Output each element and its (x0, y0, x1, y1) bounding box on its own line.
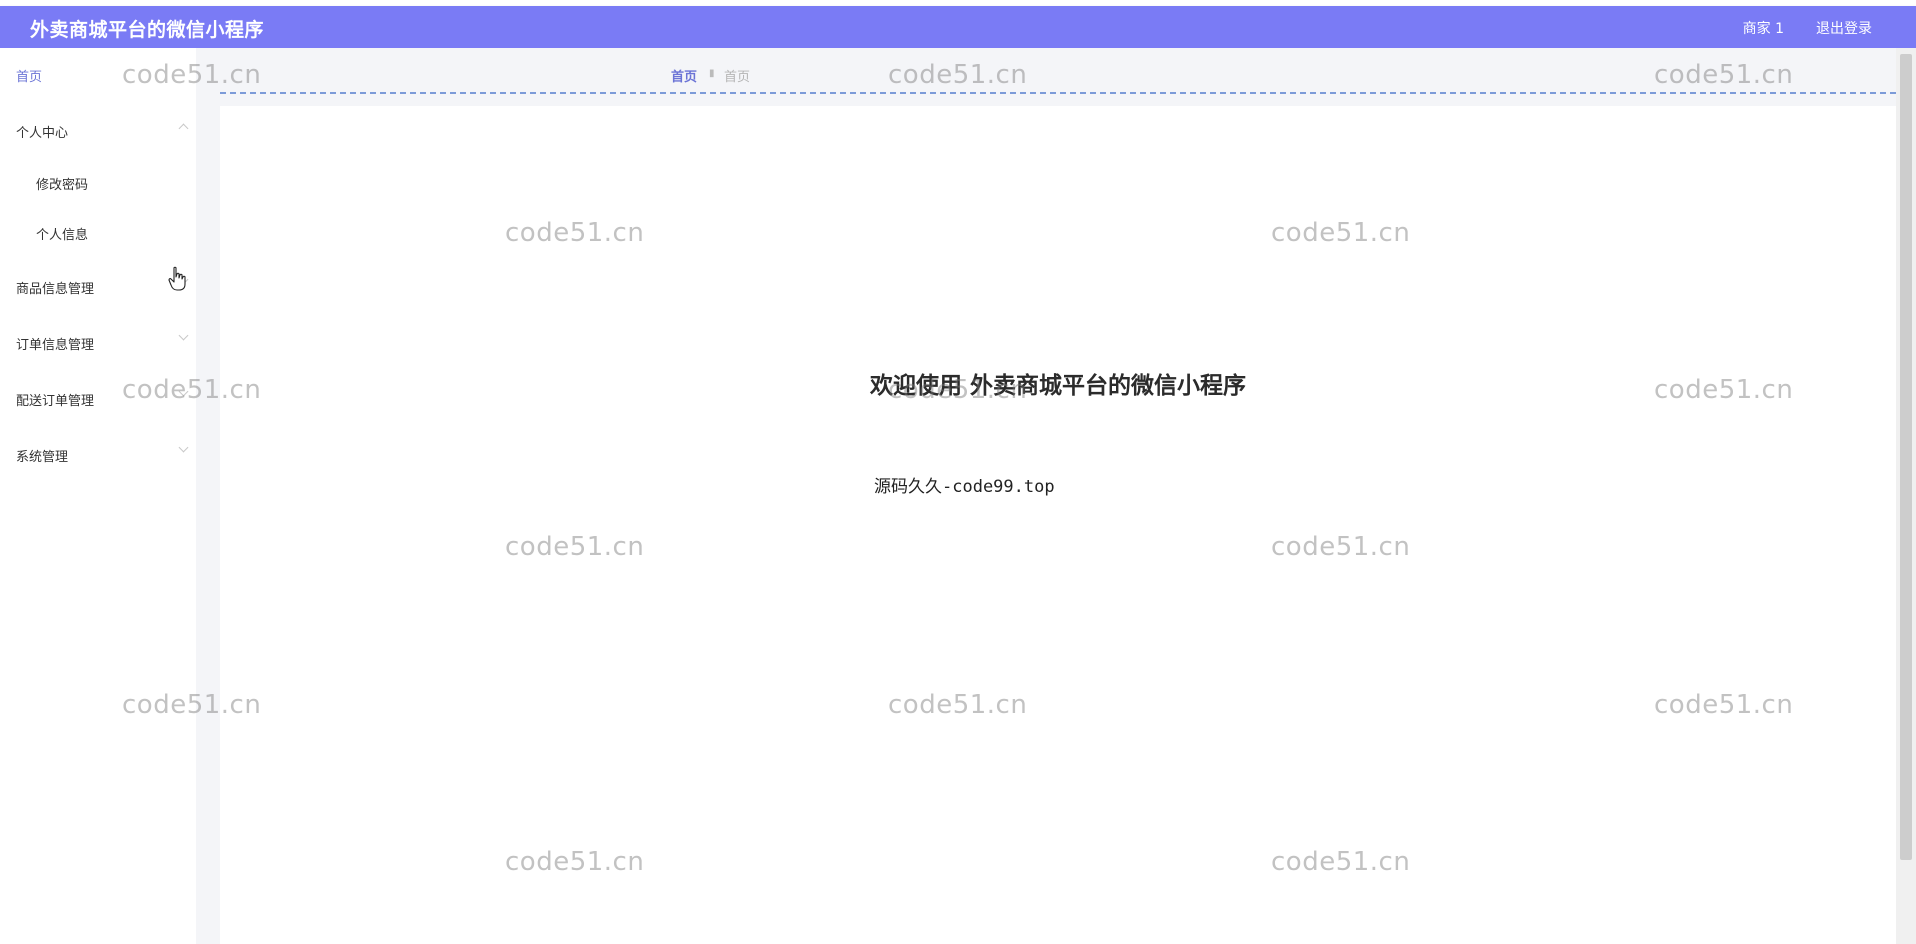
main-area: 首页 ▮ 首页 欢迎使用 外卖商城平台的微信小程序 源码久久-code99.to… (220, 48, 1896, 944)
sidebar-item-personal-center[interactable]: 个人中心 (0, 110, 196, 150)
content-panel: 欢迎使用 外卖商城平台的微信小程序 源码久久-code99.top (220, 106, 1896, 944)
app-title: 外卖商城平台的微信小程序 (30, 19, 265, 41)
sidebar-item-label: 个人中心 (16, 126, 69, 141)
sidebar-item-product-management[interactable]: 商品信息管理 (0, 266, 196, 306)
sidebar-item-label: 配送订单管理 (16, 394, 95, 409)
hand-pointer-icon (168, 266, 186, 291)
chevron-up-icon (178, 123, 189, 134)
sidebar-item-change-password[interactable]: 修改密码 (0, 162, 196, 202)
breadcrumb: 首页 ▮ 首页 (220, 48, 1896, 94)
chevron-down-icon (178, 330, 189, 341)
breadcrumb-current: 首页 (724, 70, 751, 85)
current-user: 商家 1 (1742, 21, 1784, 37)
chevron-down-icon (178, 386, 189, 397)
sidebar-item-personal-info[interactable]: 个人信息 (0, 212, 196, 252)
sidebar-item-home[interactable]: 首页 (0, 54, 196, 94)
sidebar-item-label: 系统管理 (16, 450, 69, 465)
sidebar-item-label: 商品信息管理 (16, 282, 95, 297)
chevron-down-icon (178, 442, 189, 453)
sidebar-item-label: 订单信息管理 (16, 338, 95, 353)
sidebar-item-delivery-management[interactable]: 配送订单管理 (0, 378, 196, 418)
logout-button[interactable]: 退出登录 (1816, 18, 1872, 38)
sidebar-item-system-management[interactable]: 系统管理 (0, 434, 196, 474)
sidebar-item-order-management[interactable]: 订单信息管理 (0, 322, 196, 362)
welcome-heading: 欢迎使用 外卖商城平台的微信小程序 (869, 373, 1246, 399)
sidebar-menu: 首页 个人中心 修改密码 个人信息 商品信息管理 订单信息管理 配送订单管理 系… (0, 48, 196, 944)
breadcrumb-home-link[interactable]: 首页 (671, 66, 697, 85)
sidebar-item-label: 修改密码 (36, 178, 89, 193)
source-text: 源码久久-code99.top (874, 477, 1055, 497)
top-header: 外卖商城平台的微信小程序 商家 1 退出登录 (0, 6, 1916, 48)
scrollbar-thumb[interactable] (1900, 54, 1912, 860)
breadcrumb-separator-icon: ▮ (709, 68, 715, 79)
sidebar-gutter (196, 48, 220, 944)
sidebar-item-label: 首页 (16, 70, 43, 85)
page-scrollbar[interactable] (1896, 48, 1916, 944)
sidebar-item-label: 个人信息 (36, 228, 89, 243)
